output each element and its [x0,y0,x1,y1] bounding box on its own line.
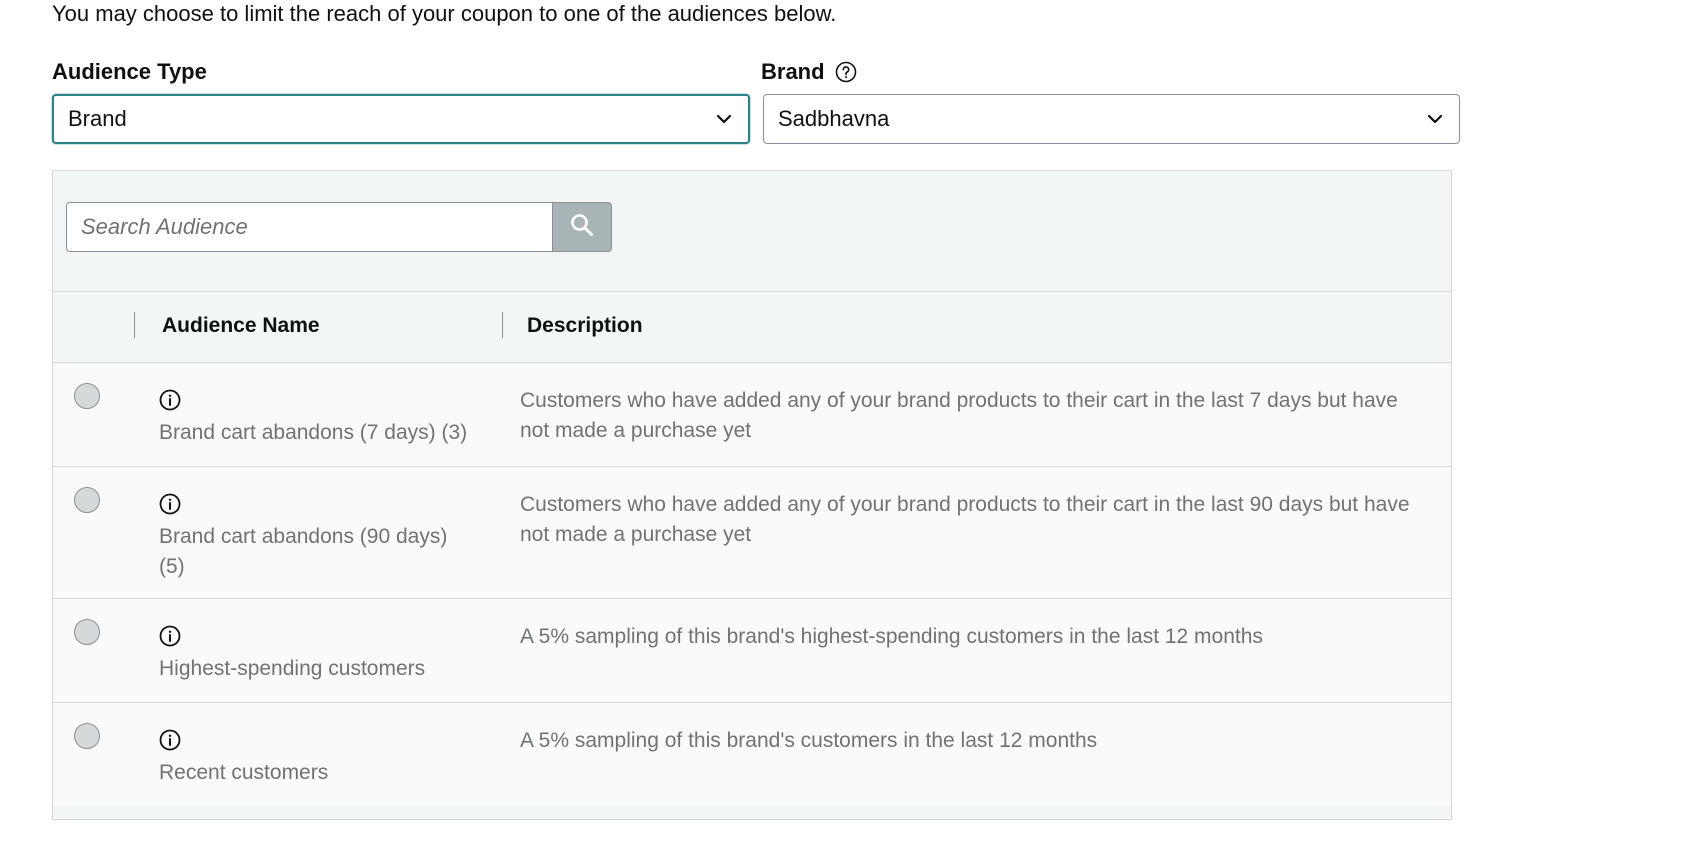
audience-table: Audience Name Description Brand cart aba… [53,291,1451,806]
column-divider[interactable] [134,312,135,338]
search-button[interactable] [552,202,612,252]
info-icon[interactable] [159,625,181,647]
audience-radio[interactable] [74,383,100,409]
brand-label-text: Brand [761,59,825,84]
audience-type-value: Brand [68,106,127,131]
audience-type-label: Audience Type [52,58,207,86]
intro-text: You may choose to limit the reach of you… [52,1,837,26]
info-icon[interactable] [159,729,181,751]
search-input[interactable] [66,202,552,252]
audience-description: Customers who have added any of your bra… [520,493,1410,546]
audience-description: Customers who have added any of your bra… [520,389,1398,442]
table-row[interactable]: Brand cart abandons (90 days) (5) Custom… [53,467,1451,599]
audience-radio[interactable] [74,619,100,645]
audience-type-select[interactable]: Brand [52,94,750,144]
audience-name: Brand cart abandons (7 days) (3) [159,421,468,444]
audience-description: A 5% sampling of this brand's highest-sp… [520,625,1263,648]
chevron-down-icon [1425,109,1445,129]
audience-radio[interactable] [74,723,100,749]
table-row[interactable]: Recent customers A 5% sampling of this b… [53,703,1451,806]
search-icon [569,212,595,243]
info-icon[interactable] [159,493,181,515]
table-row[interactable]: Highest-spending customers A 5% sampling… [53,599,1451,703]
chevron-down-icon [714,109,734,129]
brand-label: Brand [761,58,857,86]
audience-panel: Audience Name Description Brand cart aba… [52,170,1452,820]
audience-radio[interactable] [74,487,100,513]
audience-type-label-text: Audience Type [52,59,207,84]
table-row[interactable]: Brand cart abandons (7 days) (3) Custome… [53,363,1451,467]
question-circle-icon[interactable] [835,61,857,83]
brand-select[interactable]: Sadbhavna [763,94,1460,144]
audience-name: Brand cart abandons (90 days) (5) [159,525,448,578]
audience-description: A 5% sampling of this brand's customers … [520,729,1098,752]
info-icon[interactable] [159,389,181,411]
column-header-audience-name[interactable]: Audience Name [162,314,320,338]
column-divider[interactable] [502,312,503,338]
brand-value: Sadbhavna [778,106,890,131]
search-bar [66,202,612,252]
column-header-description[interactable]: Description [527,314,643,338]
audience-name: Recent customers [159,761,329,784]
audience-name: Highest-spending customers [159,657,426,680]
table-header: Audience Name Description [53,291,1451,363]
